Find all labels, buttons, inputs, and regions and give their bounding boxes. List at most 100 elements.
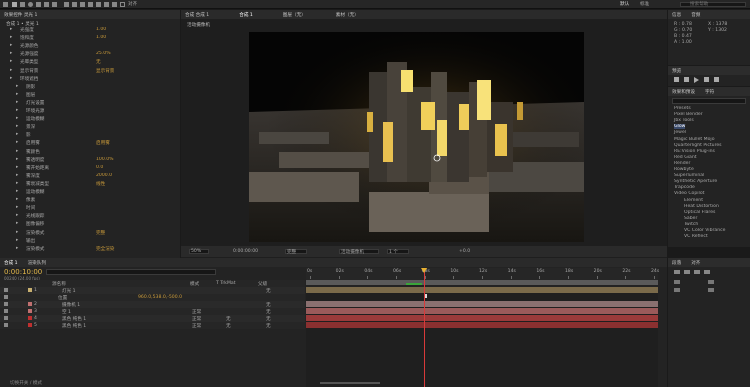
expand-arrow-icon[interactable]: ▸ bbox=[10, 68, 12, 73]
effects-list-item[interactable]: Presets bbox=[668, 106, 750, 112]
effects-list-item[interactable]: Jewel bbox=[668, 130, 750, 136]
text-tool-icon[interactable] bbox=[80, 2, 85, 7]
expand-arrow-icon[interactable]: ▸ bbox=[16, 165, 18, 170]
snap-checkbox[interactable] bbox=[120, 2, 125, 7]
home-icon[interactable] bbox=[3, 2, 8, 7]
track-bar-solid-2[interactable] bbox=[306, 322, 658, 328]
expand-arrow-icon[interactable]: ▸ bbox=[16, 246, 18, 251]
effect-row-value[interactable]: 0.0 bbox=[96, 165, 103, 170]
expand-arrow-icon[interactable]: ▸ bbox=[16, 149, 18, 154]
effect-row[interactable]: ▸ 雾颜色 bbox=[0, 149, 180, 155]
expand-arrow-icon[interactable]: ▸ bbox=[16, 189, 18, 194]
track-bar-null[interactable] bbox=[306, 308, 658, 314]
visibility-eye-icon[interactable] bbox=[4, 323, 8, 327]
effect-row[interactable]: ▸ 运动模糊 bbox=[0, 189, 180, 195]
align-left-icon[interactable] bbox=[674, 270, 680, 274]
zoom-tool-icon[interactable] bbox=[28, 2, 33, 7]
expand-arrow-icon[interactable]: ▸ bbox=[16, 157, 18, 162]
layer-color-swatch[interactable] bbox=[28, 323, 32, 327]
expand-arrow-icon[interactable]: ▸ bbox=[16, 108, 18, 113]
effect-row[interactable]: ▸ 图层 bbox=[0, 92, 180, 98]
layer-color-swatch[interactable] bbox=[28, 309, 32, 313]
first-frame-icon[interactable] bbox=[674, 77, 679, 82]
expand-arrow-icon[interactable]: ▸ bbox=[10, 76, 12, 81]
effect-row[interactable]: ▸ 光强度 1.00 bbox=[0, 27, 180, 33]
expand-arrow-icon[interactable]: ▸ bbox=[10, 43, 12, 48]
indent-left-icon[interactable] bbox=[674, 280, 680, 284]
align-tab[interactable]: 对齐 bbox=[691, 260, 700, 266]
effects-list-item[interactable]: Twitch bbox=[668, 222, 750, 228]
effect-row[interactable]: ▸ 运动模糊 bbox=[0, 116, 180, 122]
effects-list-item[interactable]: Glow bbox=[668, 124, 750, 130]
layer-row[interactable]: 位置 960.0,538.0,-500.0 bbox=[0, 294, 305, 301]
effect-row[interactable]: ▸ 输出 bbox=[0, 238, 180, 244]
timeline-zoom-slider[interactable] bbox=[320, 382, 380, 384]
effect-row[interactable]: ▸ 渲染模式 完整 bbox=[0, 230, 180, 236]
effect-row[interactable]: ▸ 环境遮挡 bbox=[0, 76, 180, 82]
effects-list-item[interactable]: Synthetic Aperture bbox=[668, 179, 750, 185]
expand-arrow-icon[interactable]: ▸ bbox=[10, 27, 12, 32]
hand-tool-icon[interactable] bbox=[20, 2, 25, 7]
effect-row[interactable]: ▸ 光源强度 25.0% bbox=[0, 51, 180, 57]
align-center-icon[interactable] bbox=[684, 270, 690, 274]
space-after-icon[interactable] bbox=[708, 288, 714, 292]
effect-row-value[interactable]: 启用雾 bbox=[96, 140, 110, 146]
align-right-icon[interactable] bbox=[694, 270, 700, 274]
effects-list-item[interactable]: Pixel Bender bbox=[668, 112, 750, 118]
visibility-eye-icon[interactable] bbox=[4, 309, 8, 313]
expand-arrow-icon[interactable]: ▸ bbox=[16, 230, 18, 235]
track-bar-solid-1[interactable] bbox=[306, 315, 658, 321]
effect-row-value[interactable]: 2000.0 bbox=[96, 173, 112, 178]
effects-list-item[interactable]: Video Copilot bbox=[668, 191, 750, 197]
workspace-standard[interactable]: 标准 bbox=[640, 1, 649, 7]
track-bar-light[interactable] bbox=[306, 287, 658, 293]
effects-list-item[interactable]: Trapcode bbox=[668, 185, 750, 191]
layer-color-swatch[interactable] bbox=[28, 288, 32, 292]
effect-row[interactable]: ▸ 环境光源 bbox=[0, 108, 180, 114]
workspace-default[interactable]: 默认 bbox=[620, 1, 629, 7]
effects-presets-tab[interactable]: 效果和预设 bbox=[672, 89, 695, 95]
effect-row[interactable]: ▸ 图像偏移 bbox=[0, 221, 180, 227]
effect-row-value[interactable]: 无 bbox=[96, 59, 101, 65]
effect-row-value[interactable]: 1.00 bbox=[96, 27, 106, 32]
next-frame-icon[interactable] bbox=[704, 77, 709, 82]
effect-row[interactable]: ▸ 光线跟踪 bbox=[0, 213, 180, 219]
expand-arrow-icon[interactable]: ▸ bbox=[10, 35, 12, 40]
brush-tool-icon[interactable] bbox=[88, 2, 93, 7]
playhead-handle[interactable] bbox=[421, 268, 427, 273]
clone-tool-icon[interactable] bbox=[96, 2, 101, 7]
expand-arrow-icon[interactable]: ▸ bbox=[16, 84, 18, 89]
play-icon[interactable] bbox=[694, 77, 699, 83]
effect-row-value[interactable]: 100.0% bbox=[96, 157, 114, 162]
effect-row[interactable]: ▸ 启用雾 启用雾 bbox=[0, 140, 180, 146]
selection-tool-icon[interactable] bbox=[12, 2, 17, 7]
visibility-eye-icon[interactable] bbox=[4, 316, 8, 320]
comp-viewport[interactable] bbox=[249, 32, 584, 242]
work-area-bar[interactable] bbox=[306, 280, 658, 285]
preview-tab[interactable]: 预览 bbox=[672, 68, 681, 74]
effect-row[interactable]: ▸ 阴影 bbox=[0, 84, 180, 90]
rotate-tool-icon[interactable] bbox=[36, 2, 41, 7]
visibility-eye-icon[interactable] bbox=[4, 295, 8, 299]
layer-color-swatch[interactable] bbox=[28, 302, 32, 306]
comp-tab-main[interactable]: 合成 合成 1 bbox=[185, 12, 209, 18]
effect-row[interactable]: ▸ 光源颜色 bbox=[0, 43, 180, 49]
justify-icon[interactable] bbox=[704, 270, 710, 274]
effect-row[interactable]: ▸ 灯光设置 bbox=[0, 100, 180, 106]
effects-list-item[interactable]: Saber bbox=[668, 216, 750, 222]
puppet-tool-icon[interactable] bbox=[112, 2, 117, 7]
layer-mode-dropdown[interactable]: 正常 bbox=[192, 323, 201, 329]
effects-list-item[interactable]: Heat Distortion bbox=[668, 204, 750, 210]
effect-row-value[interactable]: 显示背景 bbox=[96, 68, 114, 74]
effects-list-item[interactable]: Superluminal bbox=[668, 173, 750, 179]
render-queue-tab[interactable]: 渲染队列 bbox=[28, 260, 46, 266]
effect-row[interactable]: ▸ 雾衰减类型 线性 bbox=[0, 181, 180, 187]
effect-row[interactable]: ▸ 光晕类型 无 bbox=[0, 59, 180, 65]
effect-row[interactable]: ▸ 渲染模式 完全渲染 bbox=[0, 246, 180, 252]
footage-tab[interactable]: 素材（无） bbox=[336, 12, 359, 18]
expand-arrow-icon[interactable]: ▸ bbox=[16, 173, 18, 178]
indent-right-icon[interactable] bbox=[708, 280, 714, 284]
pen-tool-icon[interactable] bbox=[72, 2, 77, 7]
effect-row-value[interactable]: 线性 bbox=[96, 181, 105, 187]
visibility-eye-icon[interactable] bbox=[4, 288, 8, 292]
